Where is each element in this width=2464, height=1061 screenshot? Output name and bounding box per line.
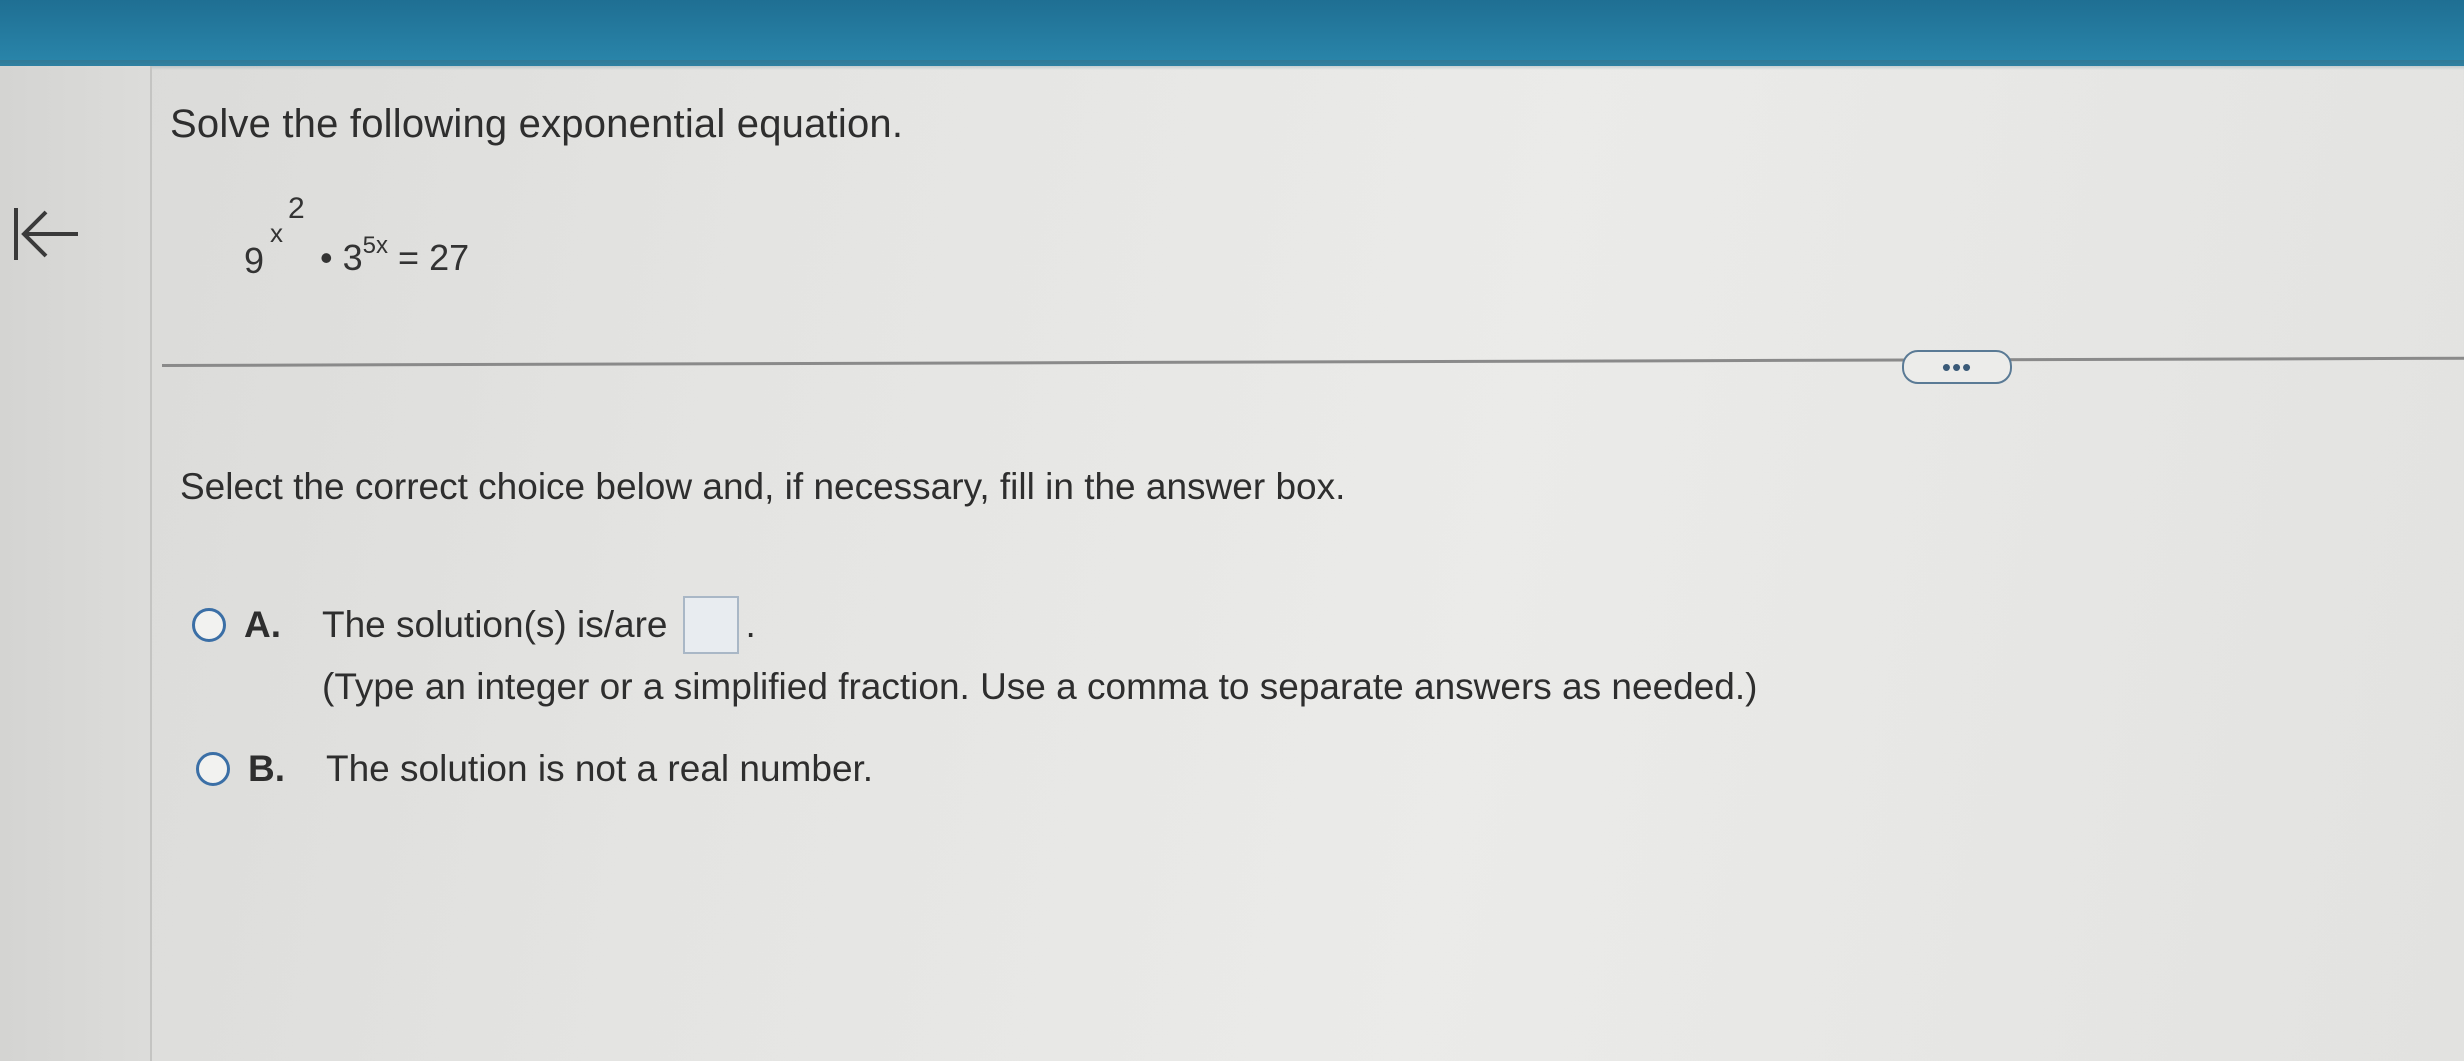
instructions: Select the correct choice below and, if … [180, 466, 1346, 507]
choice-b[interactable]: B. The solution is not a real number. [196, 748, 873, 790]
choice-a-letter: A. [244, 604, 281, 645]
more-options-button[interactable]: ••• [1902, 350, 2012, 384]
choice-a-text: The solution(s) is/are [322, 604, 668, 645]
choice-b-letter: B. [248, 748, 285, 789]
equation: 9 x 2 • 35x = 27 [240, 192, 540, 290]
equation-rhs: 27 [429, 237, 470, 278]
back-to-start-arrow-icon [14, 208, 78, 260]
top-bar [0, 0, 2464, 66]
section-divider [161, 356, 2464, 367]
equation-equals: = [398, 237, 420, 278]
top-bar-shadow [0, 60, 2464, 70]
equation-exponent-square: 2 [288, 192, 305, 225]
back-button[interactable] [4, 194, 84, 274]
question-title: Solve the following exponential equation… [170, 102, 904, 146]
choice-b-text: The solution is not a real number. [326, 748, 874, 789]
equation-exponent-5x: 5x [362, 232, 389, 259]
equation-exponent-x: x [270, 218, 283, 248]
choice-a[interactable]: A. The solution(s) is/are . [192, 596, 756, 654]
equation-base-nine: 9 [244, 240, 265, 281]
choice-a-period: . [745, 604, 756, 645]
radio-choice-a[interactable] [192, 608, 226, 642]
equation-base-three: 3 [342, 237, 363, 278]
equation-operator: • [320, 237, 333, 278]
answer-input-box[interactable] [683, 596, 740, 654]
equation-remainder: • 35x = 27 [320, 232, 470, 279]
left-panel [0, 66, 152, 1061]
radio-choice-b[interactable] [196, 752, 230, 786]
choice-a-hint: (Type an integer or a simplified fractio… [322, 666, 1758, 707]
